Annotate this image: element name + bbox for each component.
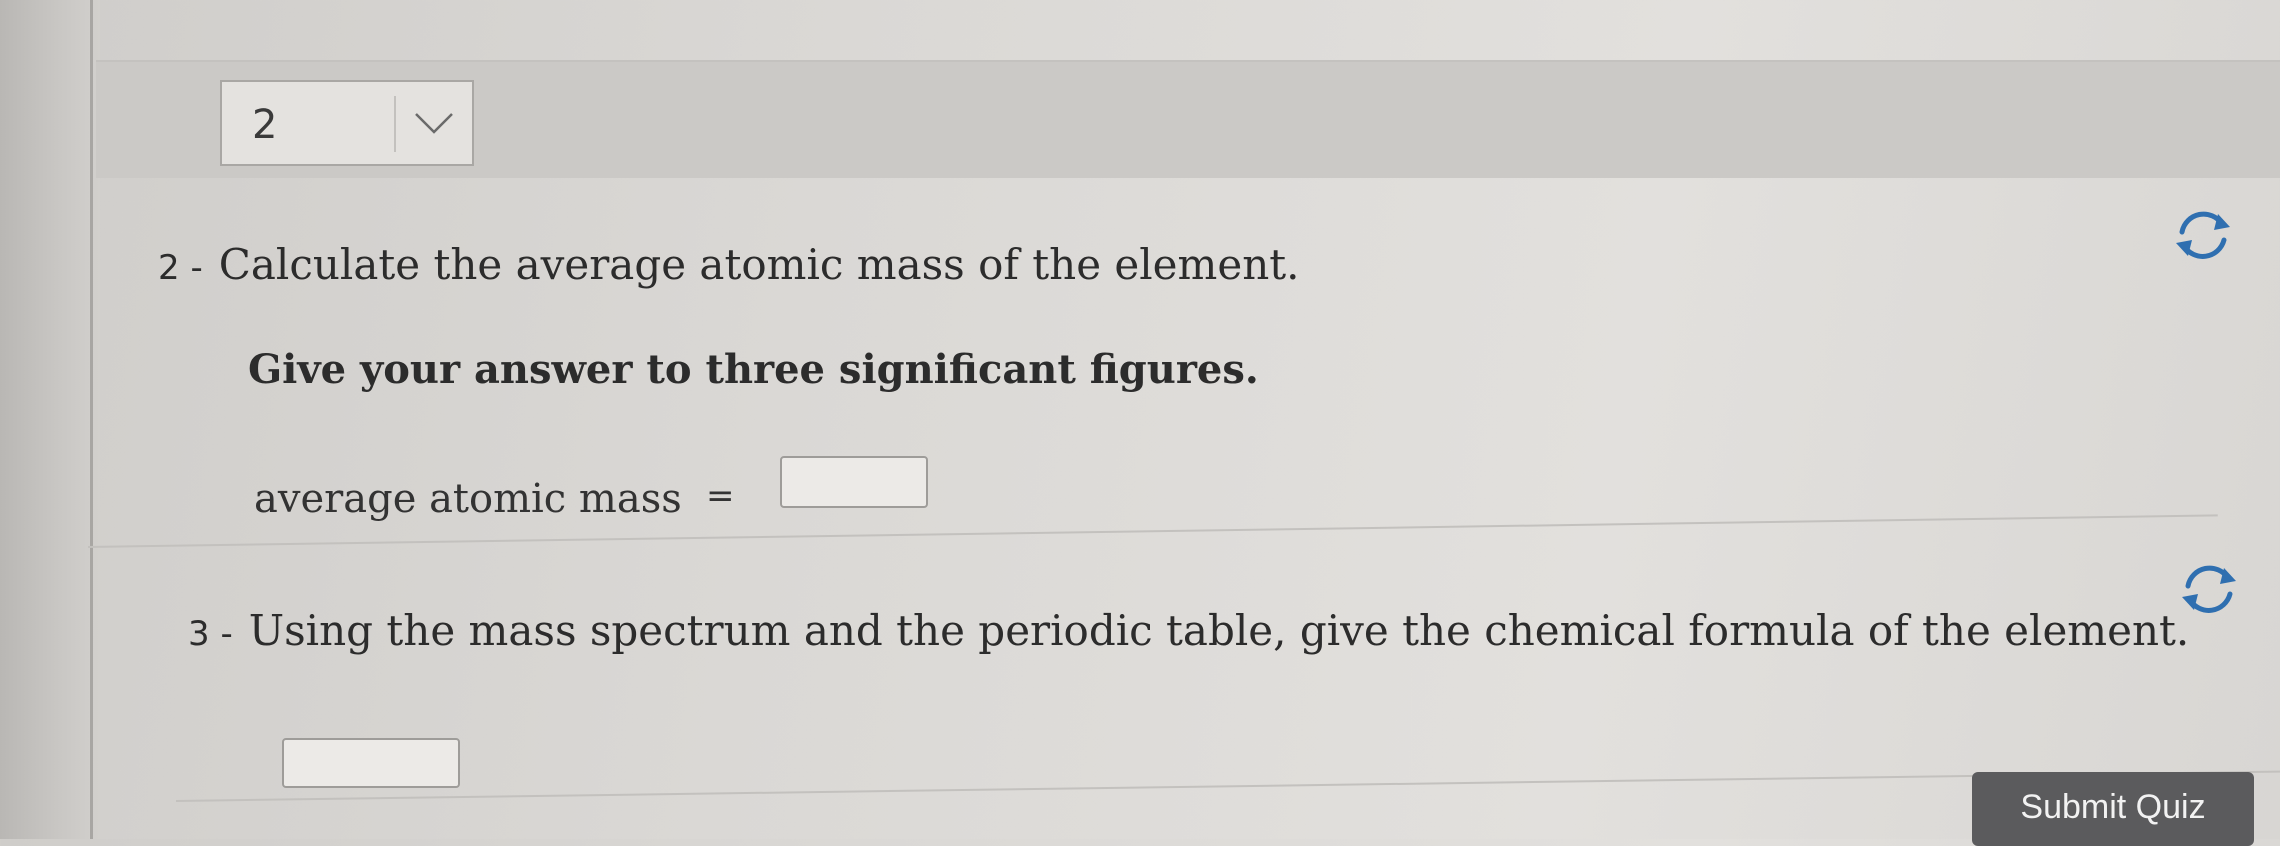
question-3-prompt: 3 - Using the mass spectrum and the perio… bbox=[188, 606, 2189, 655]
select-divider bbox=[394, 96, 396, 152]
screen-bezel bbox=[0, 0, 100, 839]
chemical-formula-input[interactable] bbox=[282, 738, 460, 788]
part-select-value: 2 bbox=[252, 102, 278, 148]
question-number: 2 - bbox=[158, 248, 203, 288]
refresh-icon[interactable] bbox=[2174, 554, 2244, 624]
question-number: 3 - bbox=[188, 614, 233, 654]
bezel-edge bbox=[90, 0, 93, 839]
average-atomic-mass-input[interactable] bbox=[780, 456, 928, 508]
question-text: Calculate the average atomic mass of the… bbox=[218, 240, 1300, 289]
submit-quiz-button[interactable]: Submit Quiz bbox=[1972, 772, 2254, 846]
equals-sign: = bbox=[706, 476, 735, 516]
chevron-down-icon bbox=[415, 113, 453, 134]
divider bbox=[175, 770, 2280, 802]
average-atomic-mass-label: average atomic mass bbox=[254, 476, 682, 522]
question-2-prompt: 2 - Calculate the average atomic mass of … bbox=[158, 240, 1300, 289]
part-select-dropdown[interactable]: 2 bbox=[220, 80, 474, 166]
answer-instruction: Give your answer to three significant fi… bbox=[248, 346, 1259, 393]
refresh-icon[interactable] bbox=[2168, 200, 2238, 270]
quiz-page: 2 2 - Calculate the average atomic mass o… bbox=[87, 0, 2280, 846]
question-text: Using the mass spectrum and the periodic… bbox=[248, 606, 2190, 655]
